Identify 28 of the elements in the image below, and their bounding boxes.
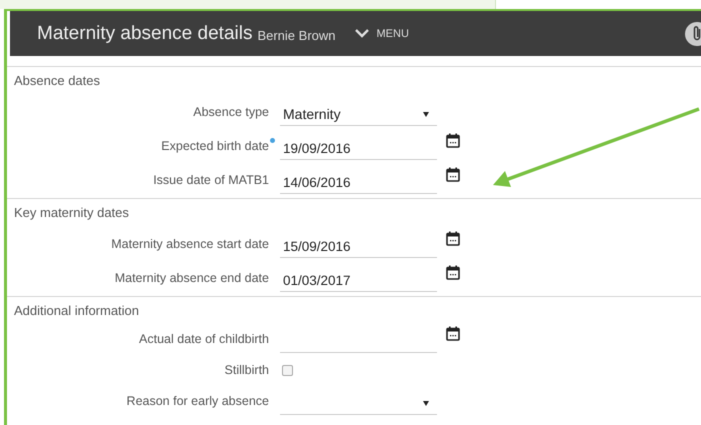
calendar-icon[interactable]: [446, 133, 460, 148]
field-label: Expected birth date: [161, 139, 269, 153]
field-label: Stillbirth: [224, 363, 269, 377]
section-heading: Key maternity dates: [13, 204, 130, 222]
calendar-icon[interactable]: [446, 167, 460, 182]
calendar-icon[interactable]: [446, 265, 460, 280]
menu-link[interactable]: MENU: [376, 28, 409, 40]
caret-icon: [423, 400, 429, 406]
date-input-field[interactable]: 14/06/2016: [280, 171, 437, 194]
page-title: Maternity absence details: [37, 22, 252, 44]
date-input-field[interactable]: 15/09/2016: [280, 235, 437, 258]
caret-icon: [423, 112, 429, 116]
date-input-field[interactable]: 19/09/2016: [280, 137, 437, 160]
date-input-field[interactable]: 01/03/2017: [280, 269, 437, 292]
section-heading: Additional information: [13, 302, 140, 320]
section-heading: Absence dates: [13, 72, 102, 90]
field-label: Maternity absence start date: [111, 237, 269, 251]
employee-name: Bernie Brown: [257, 28, 336, 42]
field-label: Absence type: [193, 105, 269, 119]
field-label: Reason for early absence: [126, 394, 269, 408]
field-label: Issue date of MATB1: [153, 173, 269, 187]
chevron-down-icon[interactable]: [354, 29, 368, 38]
calendar-icon[interactable]: [446, 231, 460, 246]
calendar-icon[interactable]: [446, 326, 460, 341]
dropdown-field[interactable]: Maternity: [280, 103, 437, 126]
field-label: Actual date of childbirth: [139, 332, 269, 346]
checkbox[interactable]: [282, 365, 293, 376]
field-label: Maternity absence end date: [114, 271, 269, 285]
